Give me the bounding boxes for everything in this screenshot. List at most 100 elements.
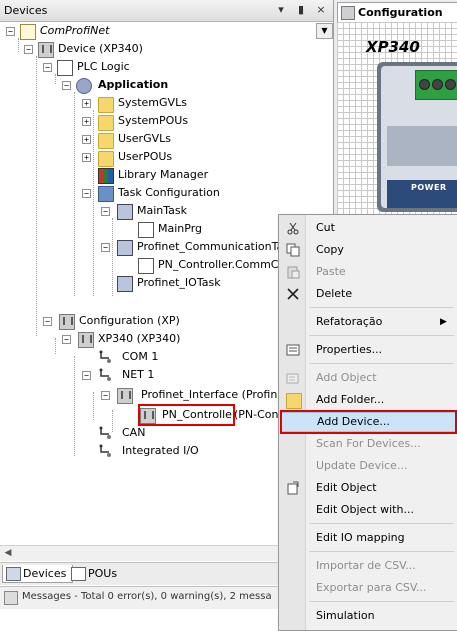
- program-call-icon: [138, 222, 154, 238]
- collapse-icon[interactable]: −: [43, 63, 52, 72]
- pin-icon[interactable]: ▮: [294, 3, 308, 17]
- menu-separator: [309, 551, 454, 552]
- collapse-icon[interactable]: −: [101, 391, 110, 400]
- menu-item-simulation[interactable]: Simulation: [280, 606, 457, 626]
- device-image[interactable]: POWER: [377, 62, 457, 212]
- expand-icon[interactable]: +: [82, 153, 91, 162]
- tab-configuration-label: Configuration: [358, 6, 443, 19]
- menu-separator: [309, 335, 454, 336]
- device-icon: [78, 332, 94, 348]
- folder-icon: [98, 115, 114, 131]
- menu-item-edit-object-with[interactable]: Edit Object with...: [280, 500, 457, 520]
- collapse-icon[interactable]: −: [62, 335, 71, 344]
- add-object-icon: [286, 371, 300, 385]
- tree-label-main-task: MainTask: [137, 204, 187, 217]
- scissors-icon: [286, 221, 300, 235]
- collapse-icon[interactable]: −: [101, 207, 110, 216]
- task-icon: [117, 204, 133, 220]
- tree-label-integrated-io: Integrated I/O: [122, 444, 199, 457]
- edit-object-icon: [286, 481, 300, 495]
- collapse-icon[interactable]: −: [6, 27, 15, 36]
- tree-label-system-pous: SystemPOUs: [118, 114, 189, 127]
- tab-devices[interactable]: Devices: [2, 565, 74, 583]
- tab-pous-label: POUs: [88, 567, 118, 580]
- menu-item-edit-io-mapping[interactable]: Edit IO mapping: [280, 528, 457, 548]
- device-panel: [387, 126, 457, 166]
- close-icon[interactable]: ×: [314, 3, 328, 17]
- collapse-icon[interactable]: −: [62, 81, 71, 90]
- folder-icon: [98, 151, 114, 167]
- project-icon: [20, 24, 36, 40]
- menu-item-update-device-label: Update Device...: [316, 459, 408, 472]
- tree-label-xp340: XP340 (XP340): [98, 332, 181, 345]
- menu-separator: [309, 523, 454, 524]
- tab-pous[interactable]: POUs: [68, 565, 123, 582]
- collapse-icon[interactable]: −: [24, 45, 33, 54]
- tree-label-profinet-interface: Profinet_Interface (Profinet: [141, 388, 289, 401]
- connector-icon: [98, 426, 112, 440]
- menu-item-edit-object[interactable]: Edit Object: [280, 478, 457, 498]
- menu-item-exportar-csv[interactable]: Exportar para CSV...: [280, 578, 457, 598]
- power-module: POWER: [387, 180, 457, 208]
- menu-item-exportar-csv-label: Exportar para CSV...: [316, 581, 427, 594]
- menu-item-cut[interactable]: Cut: [280, 218, 457, 238]
- device-icon: [38, 42, 54, 58]
- panel-title: Devices: [4, 4, 48, 17]
- menu-item-copy-label: Copy: [316, 243, 344, 256]
- interface-icon: [117, 388, 133, 404]
- tree-label-profinet-communication-task: Profinet_CommunicationTask: [137, 240, 296, 253]
- properties-icon: [286, 343, 300, 357]
- configuration-tab-icon: [341, 6, 355, 20]
- collapse-icon[interactable]: −: [82, 371, 91, 380]
- connector-icon: [98, 350, 112, 364]
- tab-devices-label: Devices: [23, 567, 67, 580]
- tab-configuration[interactable]: Configuration: [337, 2, 457, 22]
- expand-icon[interactable]: +: [82, 135, 91, 144]
- menu-item-refatoracao[interactable]: Refatoração ▶: [280, 312, 457, 332]
- menu-item-paste-label: Paste: [316, 265, 346, 278]
- panel-dropdown-icon[interactable]: ▾: [274, 3, 288, 17]
- expand-icon[interactable]: +: [82, 117, 91, 126]
- collapse-icon[interactable]: −: [82, 189, 91, 198]
- collapse-icon[interactable]: −: [101, 243, 110, 252]
- context-menu: Cut Copy Paste Delete Refatoração ▶ Prop…: [278, 214, 457, 631]
- folder-icon: [286, 393, 302, 409]
- scroll-left-icon[interactable]: ◀: [1, 547, 15, 559]
- tree-label-profinet-io-task: Profinet_IOTask: [137, 276, 221, 289]
- menu-item-update-device[interactable]: Update Device...: [280, 456, 457, 476]
- menu-item-add-folder[interactable]: Add Folder...: [280, 390, 457, 410]
- task-configuration-icon: [98, 186, 114, 202]
- tree-label-plc-logic: PLC Logic: [77, 60, 130, 73]
- terminal-pin: [432, 79, 443, 90]
- menu-item-paste[interactable]: Paste: [280, 262, 457, 282]
- menu-item-importar-csv-label: Importar de CSV...: [316, 559, 416, 572]
- tree-label-user-gvls: UserGVLs: [118, 132, 171, 145]
- tree-label-can: CAN: [122, 426, 146, 439]
- task-icon: [117, 276, 133, 292]
- application-icon: [76, 78, 92, 94]
- terminal-pin: [419, 79, 430, 90]
- menu-item-add-object[interactable]: Add Object: [280, 368, 457, 388]
- menu-item-delete-label: Delete: [316, 287, 353, 300]
- menu-item-scan-for-devices[interactable]: Scan For Devices...: [280, 434, 457, 454]
- program-call-icon: [138, 258, 154, 274]
- menu-item-add-folder-label: Add Folder...: [316, 393, 385, 406]
- menu-item-properties-label: Properties...: [316, 343, 383, 356]
- device-title: XP340: [366, 38, 420, 56]
- add-device-highlight: [280, 410, 457, 434]
- folder-icon: [98, 133, 114, 149]
- menu-item-delete[interactable]: Delete: [280, 284, 457, 304]
- pous-tab-icon: [71, 567, 86, 581]
- menu-item-add-object-label: Add Object: [316, 371, 377, 384]
- menu-item-importar-csv[interactable]: Importar de CSV...: [280, 556, 457, 576]
- messages-summary: Messages - Total 0 error(s), 0 warning(s…: [22, 591, 272, 602]
- tree-label-device: Device (XP340): [58, 42, 143, 55]
- tree-label-system-gvls: SystemGVLs: [118, 96, 187, 109]
- expand-icon[interactable]: +: [82, 99, 91, 108]
- menu-item-scan-for-devices-label: Scan For Devices...: [316, 437, 421, 450]
- connector-icon: [98, 444, 112, 458]
- menu-item-properties[interactable]: Properties...: [280, 340, 457, 360]
- menu-item-copy[interactable]: Copy: [280, 240, 457, 260]
- terminal-block: [415, 70, 457, 100]
- collapse-icon[interactable]: −: [43, 317, 52, 326]
